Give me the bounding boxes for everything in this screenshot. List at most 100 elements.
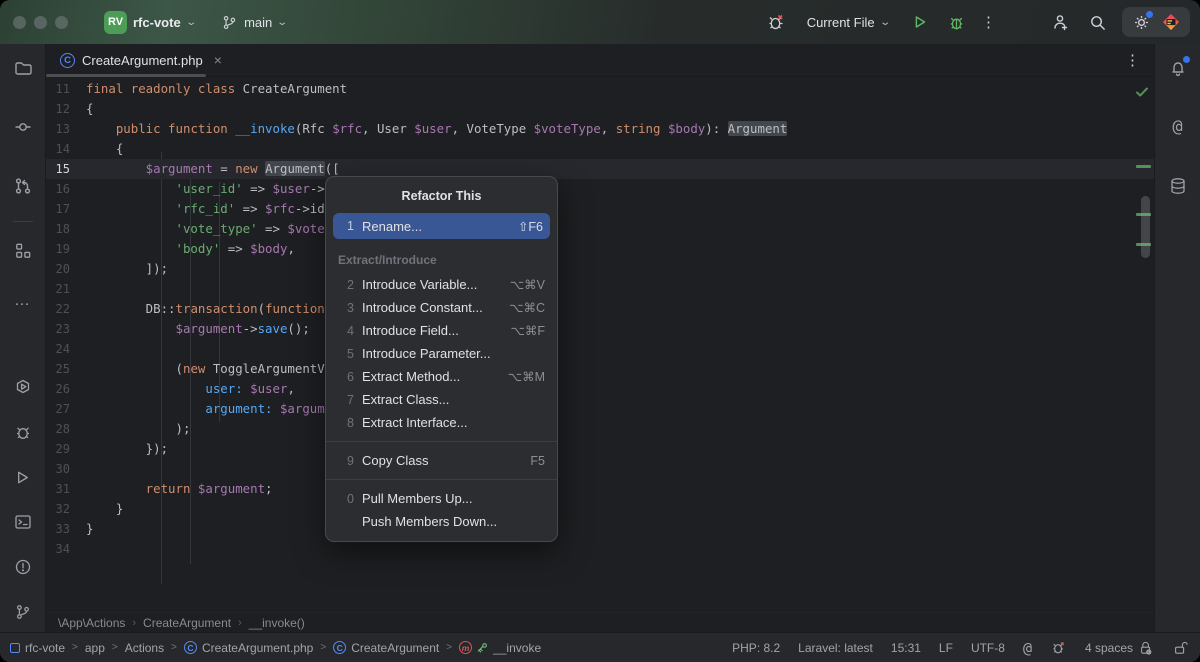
menu-item-introduce-constant[interactable]: 3Introduce Constant...⌥⌘C [326, 296, 557, 319]
line-number[interactable]: 34 [46, 539, 86, 559]
line-number[interactable]: 16 [46, 179, 86, 199]
line-number[interactable]: 33 [46, 519, 86, 539]
line-number[interactable]: 14 [46, 139, 86, 159]
path-item--invoke[interactable]: m__invoke [459, 641, 541, 655]
code-editor[interactable]: 11final readonly class CreateArgument12{… [46, 77, 1154, 612]
code-line-13[interactable]: 13 public function __invoke(Rfc $rfc, Us… [46, 119, 1154, 139]
code-line-15[interactable]: 15 $argument = new Argument([ [46, 159, 1154, 179]
menu-item-push-members-down[interactable]: Push Members Down... [326, 510, 557, 533]
line-number[interactable]: 29 [46, 439, 86, 459]
menu-item-rename[interactable]: 1Rename...⇧F6 [333, 213, 550, 239]
pull-requests-tool-icon[interactable] [9, 172, 37, 200]
menu-item-extract-method[interactable]: 6Extract Method...⌥⌘M [326, 365, 557, 388]
menu-item-introduce-variable[interactable]: 2Introduce Variable...⌥⌘V [326, 273, 557, 296]
run-tool-icon[interactable] [9, 463, 37, 491]
code-line-32[interactable]: 32 } [46, 499, 1154, 519]
no-process-debug-icon[interactable] [765, 11, 787, 33]
line-number[interactable]: 17 [46, 199, 86, 219]
code-line-17[interactable]: 17 'rfc_id' => $rfc->id, [46, 199, 1154, 219]
line-number[interactable]: 32 [46, 499, 86, 519]
terminal-tool-icon[interactable] [9, 508, 37, 536]
line-number[interactable]: 24 [46, 339, 86, 359]
git-tool-icon[interactable] [9, 598, 37, 626]
line-number[interactable]: 30 [46, 459, 86, 479]
menu-item-extract-interface[interactable]: 8Extract Interface... [326, 411, 557, 434]
code-line-33[interactable]: 33} [46, 519, 1154, 539]
status-file-path[interactable]: rfc-vote>app>Actions>CCreateArgument.php… [10, 641, 541, 655]
tab-createargument-php[interactable]: C CreateArgument.php × [46, 44, 232, 76]
annotation-at-icon[interactable]: @ [1023, 639, 1032, 657]
breadcrumb-namespace[interactable]: \App\Actions [58, 616, 125, 630]
line-ending-widget[interactable]: LF [939, 641, 953, 655]
inspections-ok-checkmark-icon[interactable] [1134, 84, 1150, 100]
indent-widget[interactable]: 4 spaces [1085, 640, 1154, 656]
path-item-createargument-php[interactable]: CCreateArgument.php [184, 641, 313, 655]
line-number[interactable]: 23 [46, 319, 86, 339]
code-line-27[interactable]: 27 argument: $argument, [46, 399, 1154, 419]
line-number[interactable]: 11 [46, 79, 86, 99]
menu-item-introduce-parameter[interactable]: 5Introduce Parameter... [326, 342, 557, 365]
code-line-22[interactable]: 22 DB::transaction(function () { [46, 299, 1154, 319]
code-line-31[interactable]: 31 return $argument; [46, 479, 1154, 499]
more-tools-icon[interactable]: … [9, 287, 37, 315]
database-tool-icon[interactable] [1164, 172, 1192, 200]
code-line-25[interactable]: 25 (new ToggleArgumentVote)( [46, 359, 1154, 379]
menu-item-extract-class[interactable]: 7Extract Class... [326, 388, 557, 411]
project-widget[interactable]: RV rfc-vote ⌄ [104, 11, 195, 34]
menu-item-copy-class[interactable]: 9Copy ClassF5 [326, 449, 557, 472]
line-number[interactable]: 22 [46, 299, 86, 319]
problems-tool-icon[interactable] [9, 553, 37, 581]
line-number[interactable]: 12 [46, 99, 86, 119]
line-number[interactable]: 15 [46, 159, 86, 179]
phpstorm-logo-icon[interactable] [1160, 11, 1182, 33]
close-tab-icon[interactable]: × [214, 52, 222, 68]
encoding-widget[interactable]: UTF-8 [971, 641, 1005, 655]
line-number[interactable]: 28 [46, 419, 86, 439]
code-line-30[interactable]: 30 [46, 459, 1154, 479]
laravel-idea-icon[interactable]: @ [1164, 113, 1192, 141]
git-branch-widget[interactable]: main ⌄ [221, 14, 287, 31]
line-number[interactable]: 21 [46, 279, 86, 299]
path-item-createargument[interactable]: CCreateArgument [333, 641, 439, 655]
line-number[interactable]: 31 [46, 479, 86, 499]
code-line-23[interactable]: 23 $argument->save(); [46, 319, 1154, 339]
minimize-window-button[interactable] [34, 16, 47, 29]
menu-item-pull-members-up[interactable]: 0Pull Members Up... [326, 487, 557, 510]
code-line-12[interactable]: 12{ [46, 99, 1154, 119]
no-process-debug-icon[interactable] [1050, 639, 1067, 656]
code-with-me-icon[interactable] [1050, 11, 1072, 33]
code-line-16[interactable]: 16 'user_id' => $user->id, [46, 179, 1154, 199]
code-line-11[interactable]: 11final readonly class CreateArgument [46, 79, 1154, 99]
write-access-unlock-icon[interactable] [1172, 640, 1188, 656]
run-configuration-selector[interactable]: Current File ⌄ [807, 15, 889, 30]
code-line-28[interactable]: 28 ); [46, 419, 1154, 439]
debug-tool-icon[interactable] [9, 418, 37, 446]
line-number[interactable]: 13 [46, 119, 86, 139]
php-version-widget[interactable]: PHP: 8.2 [732, 641, 780, 655]
line-number[interactable]: 26 [46, 379, 86, 399]
code-line-21[interactable]: 21 [46, 279, 1154, 299]
structure-tool-icon[interactable] [9, 236, 37, 264]
path-item-app[interactable]: app [85, 641, 105, 655]
code-line-14[interactable]: 14 { [46, 139, 1154, 159]
commit-tool-icon[interactable] [9, 113, 37, 141]
breadcrumb-method[interactable]: __invoke() [249, 616, 305, 630]
line-number[interactable]: 20 [46, 259, 86, 279]
code-line-20[interactable]: 20 ]); [46, 259, 1154, 279]
debug-button[interactable] [945, 11, 967, 33]
services-tool-icon[interactable] [9, 373, 37, 401]
code-line-29[interactable]: 29 }); [46, 439, 1154, 459]
code-line-26[interactable]: 26 user: $user, [46, 379, 1154, 399]
search-everywhere-icon[interactable] [1086, 11, 1108, 33]
line-number[interactable]: 27 [46, 399, 86, 419]
breadcrumb-class[interactable]: CreateArgument [143, 616, 231, 630]
vcs-change-marker[interactable] [1136, 165, 1151, 168]
run-button[interactable] [909, 11, 931, 33]
code-line-18[interactable]: 18 'vote_type' => $voteType, [46, 219, 1154, 239]
line-number[interactable]: 19 [46, 239, 86, 259]
close-window-button[interactable] [13, 16, 26, 29]
project-tool-icon[interactable] [9, 54, 37, 82]
path-item-rfc-vote[interactable]: rfc-vote [10, 641, 65, 655]
editor-scrollbar[interactable] [1141, 196, 1150, 258]
code-line-19[interactable]: 19 'body' => $body, [46, 239, 1154, 259]
